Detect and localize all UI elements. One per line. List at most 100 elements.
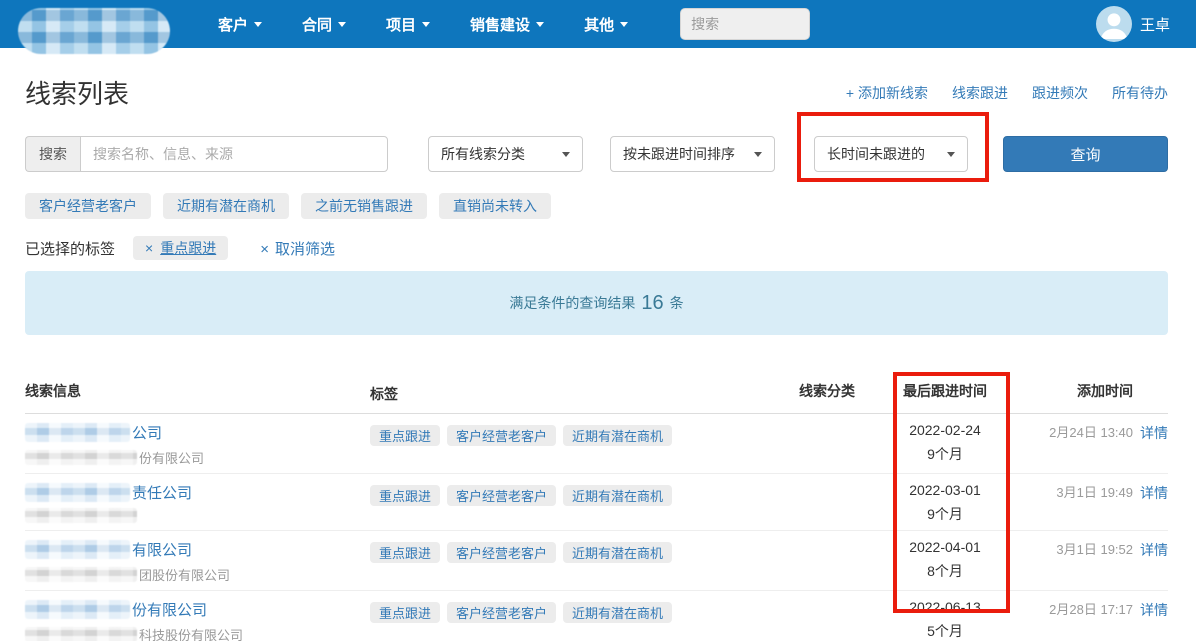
lead-category [675,422,855,467]
lead-name-link[interactable]: 有限公司 [25,539,370,560]
added-time: 3月1日 19:52 [1056,542,1133,557]
lead-tags: 重点跟进客户经营老客户近期有潜在商机 [370,599,675,641]
chevron-down-icon [422,22,430,27]
menu-customers[interactable]: 客户 [198,0,282,48]
select-value: 按未跟进时间排序 [623,144,735,164]
header-last-followup: 最后跟进时间 [855,381,1035,404]
result-count: 16 [641,292,663,315]
chevron-down-icon [338,22,346,27]
chevron-down-icon [620,22,628,27]
search-label: 搜索 [25,136,80,172]
table-row: 公司 份有限公司 重点跟进客户经营老客户近期有潜在商机 2022-02-24 9… [25,414,1168,474]
detail-link[interactable]: 详情 [1140,540,1168,560]
header-lead-info: 线索信息 [25,381,370,404]
sort-select[interactable]: 按未跟进时间排序 [610,136,775,172]
lead-sub-suffix: 科技股份有限公司 [139,625,243,641]
query-button[interactable]: 查询 [1003,136,1168,172]
blurred-company-name [25,423,130,442]
lead-sub-suffix: 份有限公司 [139,448,204,467]
table-row: 责任公司 重点跟进客户经营老客户近期有潜在商机 2022-03-01 9个月 3… [25,474,1168,531]
selected-tag-label: 重点跟进 [160,238,216,258]
lead-category [675,599,855,641]
lead-tag: 客户经营老客户 [447,485,556,506]
detail-link[interactable]: 详情 [1140,483,1168,503]
header-detail [1133,381,1168,404]
search-input-group: 搜索 [25,136,388,172]
leads-table-header: 线索信息 标签 线索分类 最后跟进时间 添加时间 [25,381,1168,414]
remove-tag-icon[interactable]: × [145,240,153,256]
lead-tags: 重点跟进客户经营老客户近期有潜在商机 [370,539,675,584]
lead-name-suffix: 公司 [132,422,162,443]
select-value: 所有线索分类 [441,144,525,164]
filter-bar: 搜索 所有线索分类 按未跟进时间排序 长时间未跟进的 查询 [25,136,1168,172]
quick-tag-recent-opportunity[interactable]: 近期有潜在商机 [163,193,289,219]
last-ago: 8个月 [855,561,1035,581]
selected-tags-label: 已选择的标签 [25,238,115,259]
page-header: 线索列表 + 添加新线索 线索跟进 跟进频次 所有待办 [25,74,1168,111]
menu-contracts[interactable]: 合同 [282,0,366,48]
clear-icon: × [260,241,269,258]
category-select[interactable]: 所有线索分类 [428,136,583,172]
lead-name-link[interactable]: 份有限公司 [25,599,370,620]
lead-tag: 重点跟进 [370,542,440,563]
last-date: 2022-02-24 [855,422,1035,438]
last-ago: 9个月 [855,504,1035,524]
main-menu: 客户 合同 项目 销售建设 其他 [198,0,648,48]
lead-search-input[interactable] [80,136,388,172]
lead-followup-link[interactable]: 线索跟进 [952,83,1008,103]
lead-subline: 份有限公司 [25,448,370,467]
lead-tags: 重点跟进客户经营老客户近期有潜在商机 [370,422,675,467]
time-filter-select[interactable]: 长时间未跟进的 [814,136,968,172]
lead-category [675,482,855,524]
lead-name-suffix: 有限公司 [132,539,192,560]
app-logo-blurred[interactable] [18,8,170,54]
last-ago: 5个月 [855,621,1035,641]
add-lead-link[interactable]: + 添加新线索 [846,83,928,103]
last-ago: 9个月 [855,444,1035,464]
lead-name-link[interactable]: 公司 [25,422,370,443]
banner-prefix: 满足条件的查询结果 [509,293,635,313]
leads-table: 线索信息 标签 线索分类 最后跟进时间 添加时间 公司 份有限公司 重点跟进客户… [25,381,1168,641]
menu-others[interactable]: 其他 [564,0,648,48]
global-search-input[interactable] [680,8,810,40]
all-todos-link[interactable]: 所有待办 [1112,83,1168,103]
followup-frequency-link[interactable]: 跟进频次 [1032,83,1088,103]
blurred-company-subname [25,508,137,523]
page-actions: + 添加新线索 线索跟进 跟进频次 所有待办 [846,83,1168,103]
lead-name-link[interactable]: 责任公司 [25,482,370,503]
lead-subline: 科技股份有限公司 [25,625,370,641]
selected-tags-row: 已选择的标签 × 重点跟进 × 取消筛选 [25,236,1168,260]
menu-sales-building[interactable]: 销售建设 [450,0,564,48]
page-title: 线索列表 [25,74,129,111]
blurred-company-name [25,540,130,559]
chevron-down-icon [754,152,762,157]
quick-tag-direct-sales[interactable]: 直销尚未转入 [439,193,551,219]
chevron-down-icon [254,22,262,27]
clear-label: 取消筛选 [275,241,335,258]
lead-subline [25,508,370,523]
lead-name-suffix: 份有限公司 [132,599,207,620]
menu-label: 合同 [302,14,332,35]
selected-tag-chip[interactable]: × 重点跟进 [133,236,228,260]
detail-link[interactable]: 详情 [1140,600,1168,620]
quick-tag-no-sales-followup[interactable]: 之前无销售跟进 [301,193,427,219]
user-menu[interactable]: 王卓 [1096,6,1170,42]
last-date: 2022-04-01 [855,539,1035,555]
lead-name-suffix: 责任公司 [132,482,192,503]
menu-projects[interactable]: 项目 [366,0,450,48]
leads-table-body: 公司 份有限公司 重点跟进客户经营老客户近期有潜在商机 2022-02-24 9… [25,414,1168,641]
blurred-company-subname [25,627,137,641]
detail-link[interactable]: 详情 [1140,423,1168,443]
menu-label: 客户 [218,14,248,35]
chevron-down-icon [536,22,544,27]
lead-tag: 近期有潜在商机 [563,542,672,563]
clear-filter-link[interactable]: × 取消筛选 [260,238,335,259]
blurred-company-name [25,600,130,619]
lead-tag: 近期有潜在商机 [563,425,672,446]
user-avatar-icon [1096,6,1132,42]
last-date: 2022-03-01 [855,482,1035,498]
blurred-company-subname [25,567,137,582]
table-row: 有限公司 团股份有限公司 重点跟进客户经营老客户近期有潜在商机 2022-04-… [25,531,1168,591]
banner-suffix: 条 [670,293,684,313]
quick-tag-old-customer[interactable]: 客户经营老客户 [25,193,151,219]
